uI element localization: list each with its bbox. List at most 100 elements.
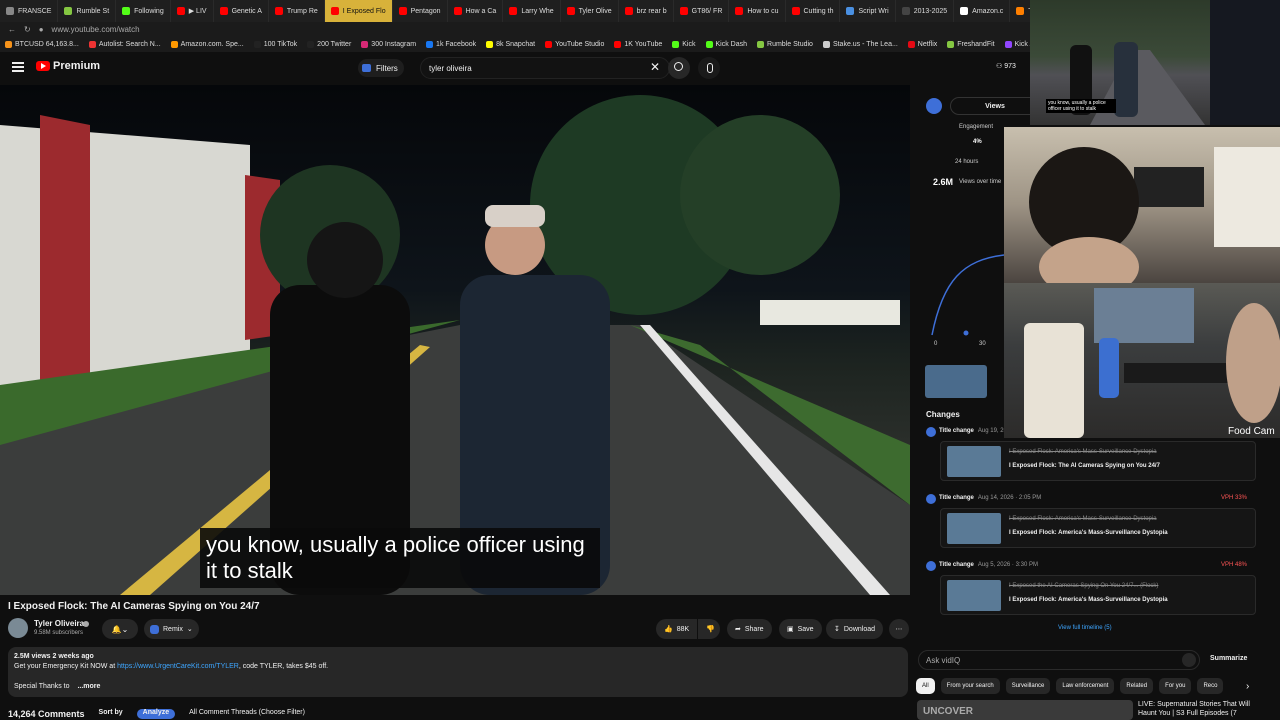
browser-tab[interactable]: Amazon.c — [954, 0, 1011, 22]
view-full-timeline-link[interactable]: View full timeline (5) — [1058, 625, 1112, 631]
bookmark-item[interactable]: 1K YouTube — [609, 40, 667, 48]
ask-vidiq-input[interactable]: Ask vidIQ — [918, 650, 1200, 670]
channel-name[interactable]: Tyler Oliveira — [34, 619, 84, 628]
browser-tab[interactable]: Genetic A — [214, 0, 269, 22]
bookmark-item[interactable]: 8k Snapchat — [481, 40, 540, 48]
change-card[interactable]: I Exposed Flock: America's Mass-Surveill… — [940, 441, 1256, 481]
reload-icon[interactable]: ↻ — [24, 25, 31, 34]
views-chart-line — [931, 254, 1004, 336]
bookmark-item[interactable]: Kick — [667, 40, 700, 48]
tab-favicon-icon — [274, 7, 283, 15]
summarize-button[interactable]: Summarize — [1210, 655, 1247, 662]
video-thumbnail[interactable] — [925, 365, 987, 398]
change-vph: VPH 48% — [1221, 562, 1248, 568]
clear-search-icon[interactable]: ✕ — [650, 61, 660, 73]
tab-favicon-icon — [176, 7, 185, 15]
change-thumbnail — [947, 580, 1001, 611]
change-card[interactable]: I Exposed the AI Cameras Spying On You 2… — [940, 575, 1256, 615]
download-button[interactable]: ↧ Download — [826, 619, 884, 639]
voice-search-button[interactable] — [698, 57, 720, 79]
share-button[interactable]: ➦ Share — [727, 619, 772, 639]
change-label: Title change — [939, 428, 974, 434]
change-label: Title change — [939, 495, 974, 501]
download-icon: ↧ — [834, 626, 840, 633]
bookmark-item[interactable]: Amazon.com. Spe... — [166, 40, 249, 48]
bookmark-item[interactable]: FreshandFit — [942, 40, 999, 48]
browser-tab[interactable]: I Exposed Flo — [324, 0, 393, 22]
recommended-video-title[interactable]: LIVE: Supernatural Stories That Will Hau… — [1138, 700, 1268, 718]
recommended-video-thumbnail[interactable]: UNCOVER — [917, 700, 1133, 720]
browser-tab[interactable]: brz rear b — [619, 0, 674, 22]
filter-chip[interactable]: Surveillance — [1005, 678, 1051, 694]
browser-tab[interactable]: 2013-2025 — [896, 0, 955, 22]
bookmark-item[interactable]: Kick / Twitch VOD... — [1000, 40, 1030, 48]
filter-chip[interactable]: From your search — [940, 678, 1000, 694]
back-icon[interactable]: ← — [8, 25, 16, 34]
change-card[interactable]: I Exposed Flock: America's Mass-Surveill… — [940, 508, 1256, 548]
search-button[interactable] — [668, 57, 690, 79]
notification-bell-button[interactable]: 🔔 ⌄ — [102, 619, 138, 639]
browser-tab[interactable]: Larry Whe — [503, 0, 561, 22]
site-info-icon[interactable]: ● — [39, 25, 44, 34]
bookmark-item[interactable]: Stake.us - The Lea... — [818, 40, 903, 48]
browser-tab[interactable]: How a Ca — [448, 0, 504, 22]
comment-threads-filter[interactable]: All Comment Threads (Choose Filter) — [189, 709, 305, 719]
analyze-button[interactable]: Analyze — [136, 709, 176, 719]
browser-tab[interactable]: Tyler Olive — [561, 0, 619, 22]
views-tab[interactable]: Views — [950, 97, 1040, 115]
person-icon: ⚇ — [996, 63, 1003, 70]
video-description[interactable]: 2.5M views 2 weeks ago Get your Emergenc… — [8, 647, 908, 697]
bookmark-item[interactable]: Netflix — [903, 40, 942, 48]
filter-chip[interactable]: For you — [1159, 678, 1192, 694]
viewer-count: ⚇ 973 — [996, 63, 1016, 70]
bookmark-item[interactable]: YouTube Studio — [540, 40, 609, 48]
address-bar[interactable]: ← ↻ ● www.youtube.com/watch — [0, 22, 1030, 36]
save-button[interactable]: ▣ Save — [779, 619, 822, 639]
bookmark-favicon-icon — [170, 40, 178, 48]
sort-button[interactable]: Sort by — [99, 709, 123, 719]
browser-tab[interactable]: Trump Re — [269, 0, 325, 22]
filter-chip[interactable]: Law enforcement — [1056, 678, 1115, 694]
browser-tab[interactable]: Cutting th — [786, 0, 841, 22]
bookmark-label: 1k Facebook — [436, 40, 477, 48]
premium-brand[interactable]: Premium — [53, 60, 100, 72]
more-actions-button[interactable]: ⋯ — [889, 619, 909, 639]
bookmark-item[interactable]: 1k Facebook — [421, 40, 481, 48]
bookmark-item[interactable]: BTCUSD 64,163.8... — [0, 40, 84, 48]
channel-avatar[interactable] — [8, 618, 28, 638]
browser-tab[interactable]: FRANSCE — [0, 0, 59, 22]
video-player[interactable] — [0, 85, 910, 595]
youtube-logo-icon[interactable] — [36, 61, 50, 71]
change-old-title: I Exposed Flock: America's Mass-Surveill… — [1009, 516, 1157, 522]
bookmark-label: BTCUSD 64,163.8... — [15, 40, 79, 48]
filter-chip[interactable]: All — [916, 678, 935, 694]
vidiq-logo-icon[interactable] — [926, 98, 942, 114]
chevron-right-icon[interactable]: › — [1246, 681, 1249, 692]
like-button[interactable]: 👍 88K — [656, 619, 698, 639]
dislike-button[interactable]: 👎 — [698, 619, 720, 639]
browser-tab[interactable]: Rumble St — [58, 0, 117, 22]
browser-tab[interactable]: Following — [116, 0, 171, 22]
send-icon[interactable] — [1182, 653, 1196, 667]
bookmark-item[interactable]: Autolist: Search N... — [84, 40, 166, 48]
browser-tab[interactable]: ▶ LIV — [171, 0, 214, 22]
remix-button[interactable]: Remix ⌄ — [144, 619, 199, 639]
bookmark-item[interactable]: 300 Instagram — [356, 40, 421, 48]
show-more-link[interactable]: ...more — [77, 683, 100, 690]
search-input[interactable]: tyler oliveira — [420, 57, 670, 79]
filters-button[interactable]: Filters — [358, 59, 404, 77]
food-cam — [1004, 283, 1280, 438]
browser-tab[interactable]: Pentagon — [393, 0, 448, 22]
url-text[interactable]: www.youtube.com/watch — [52, 25, 140, 34]
filter-chip[interactable]: Reco — [1197, 678, 1224, 694]
bookmark-item[interactable]: Kick Dash — [701, 40, 753, 48]
filter-chip[interactable]: Related — [1120, 678, 1154, 694]
browser-tab[interactable]: Script Wri — [840, 0, 896, 22]
bookmark-item[interactable]: 100 TikTok — [249, 40, 302, 48]
bookmark-item[interactable]: Rumble Studio — [752, 40, 818, 48]
description-link[interactable]: https://www.UrgentCareKit.com/TYLER — [117, 663, 239, 670]
browser-tab[interactable]: GT86/ FR — [674, 0, 730, 22]
browser-tab[interactable]: How to cu — [729, 0, 786, 22]
menu-icon[interactable] — [12, 62, 24, 72]
bookmark-item[interactable]: 200 Twitter — [302, 40, 356, 48]
